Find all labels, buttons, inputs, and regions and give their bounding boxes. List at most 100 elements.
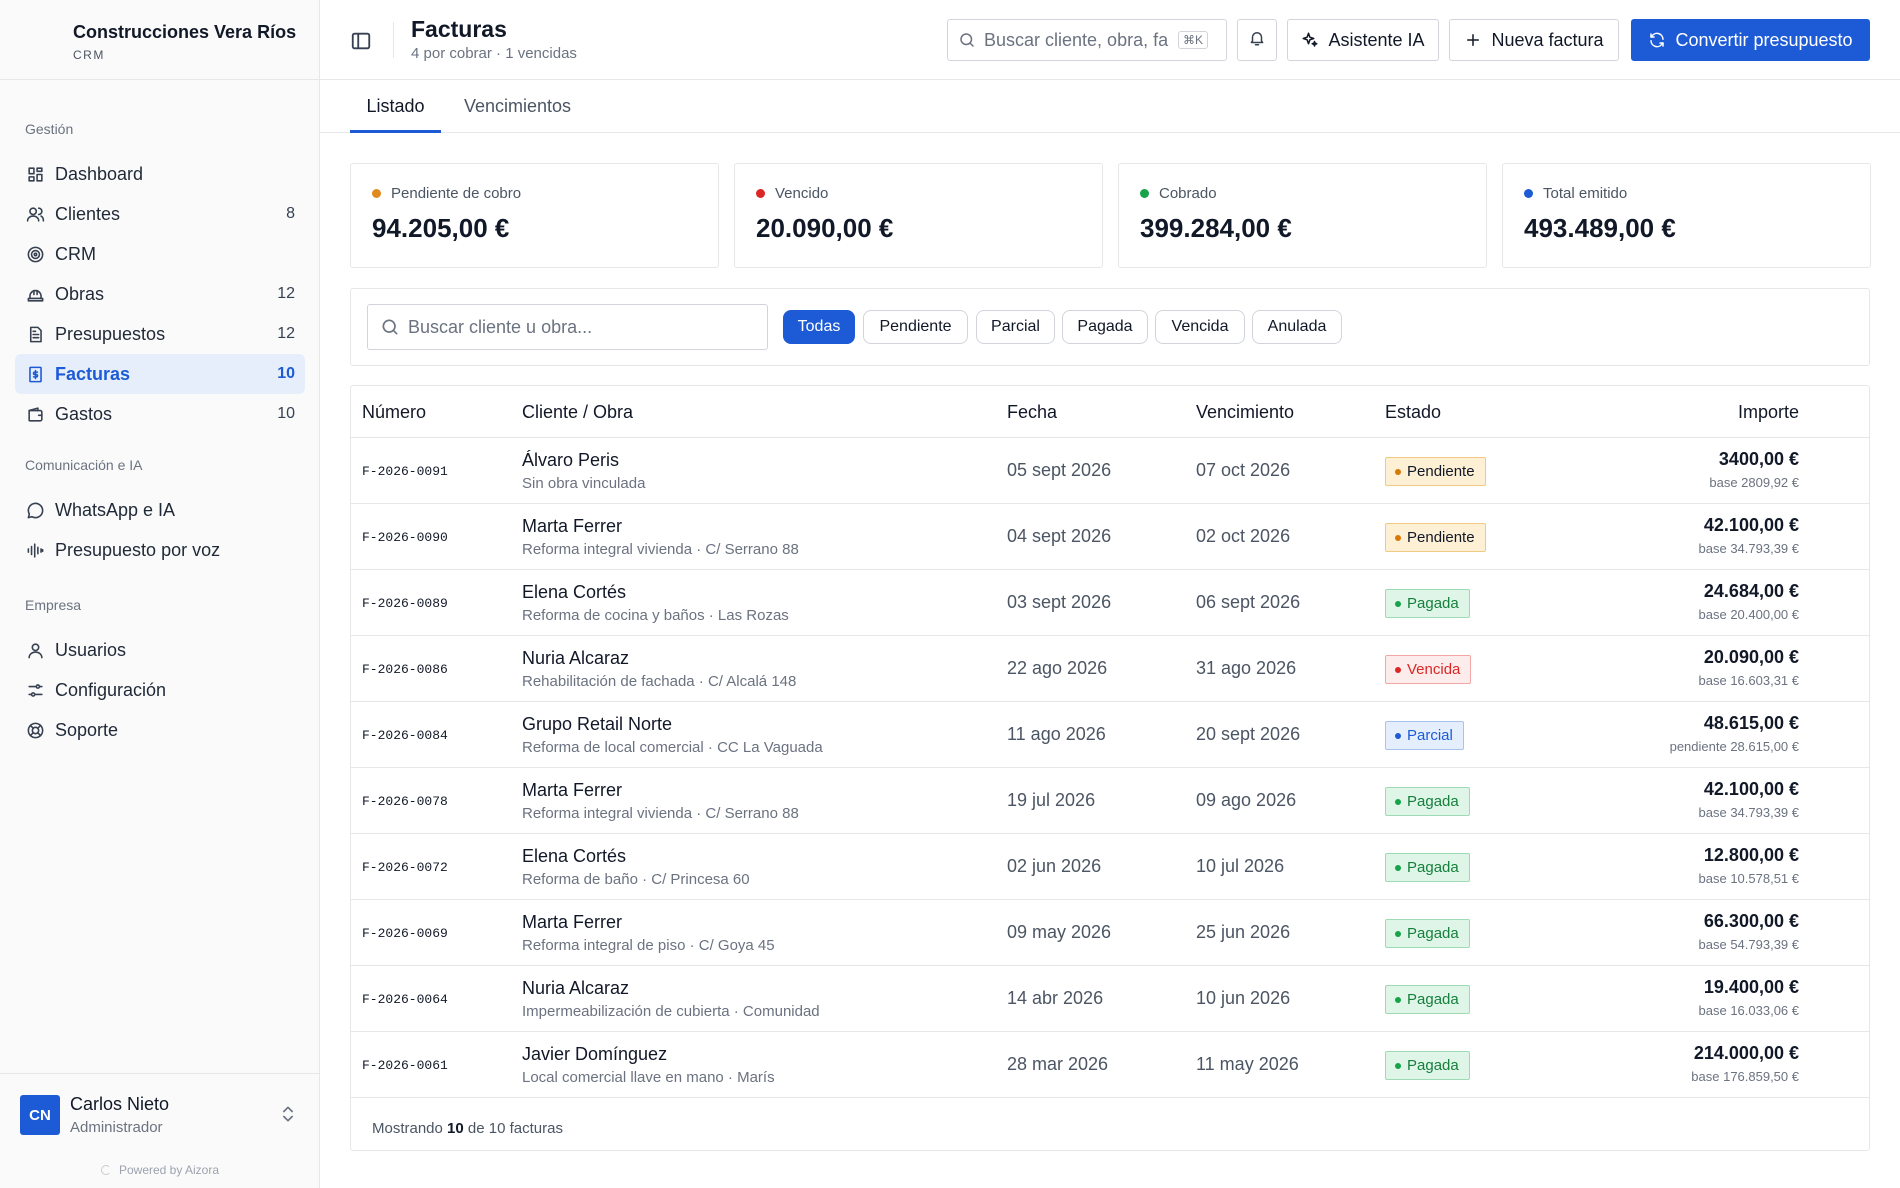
user-box[interactable]: CN Carlos Nieto Administrador Powered by… <box>0 1073 320 1188</box>
status-badge: Pendiente <box>1385 457 1486 486</box>
table-row[interactable]: F-2026-0090 Marta Ferrer Reforma integra… <box>351 504 1869 570</box>
avatar[interactable]: CN <box>20 1095 60 1135</box>
table-row[interactable]: F-2026-0091 Álvaro Peris Sin obra vincul… <box>351 438 1869 504</box>
nav-group: Gestión Dashboard Clientes 8 CRM Obras 1… <box>0 119 320 434</box>
invoice-date: 04 sept 2026 <box>1007 526 1112 546</box>
stat-pending-card[interactable]: Pendiente de cobro 94.205,00 € <box>350 163 719 268</box>
aizora-logo-icon <box>100 1165 111 1175</box>
sidebar-item-presupuesto-por-voz[interactable]: Presupuesto por voz <box>15 530 305 570</box>
invoice-date: 19 jul 2026 <box>1007 790 1096 810</box>
sidebar-item-clientes[interactable]: Clientes 8 <box>15 194 305 234</box>
obra-name: Rehabilitación de fachada · C/ Alcalá 14… <box>522 673 797 690</box>
filter-chip-pendiente[interactable]: Pendiente <box>863 310 968 344</box>
table-row[interactable]: F-2026-0064 Nuria Alcaraz Impermeabiliza… <box>351 966 1869 1032</box>
column-header-cliente-obra[interactable]: Cliente / Obra <box>522 386 633 438</box>
top-header: Facturas 4 por cobrar · 1 vencidas ⌘K As… <box>320 0 1900 80</box>
client-name[interactable]: Javier Domínguez <box>522 1044 667 1065</box>
filter-chip-pagada[interactable]: Pagada <box>1062 310 1148 344</box>
invoice-number[interactable]: F-2026-0090 <box>362 530 448 545</box>
client-name[interactable]: Nuria Alcaraz <box>522 978 629 999</box>
sidebar-item-whatsapp-e-ia[interactable]: WhatsApp e IA <box>15 490 305 530</box>
table-row[interactable]: F-2026-0086 Nuria Alcaraz Rehabilitación… <box>351 636 1869 702</box>
invoice-base: base 20.400,00 € <box>1698 607 1799 622</box>
sidebar-item-label: Obras <box>55 283 105 304</box>
chevrons-up-down-icon[interactable] <box>278 1104 298 1124</box>
sidebar-item-presupuestos[interactable]: Presupuestos 12 <box>15 314 305 354</box>
table-row[interactable]: F-2026-0061 Javier Domínguez Local comer… <box>351 1032 1869 1098</box>
client-name[interactable]: Marta Ferrer <box>522 516 622 537</box>
invoice-base: base 2809,92 € <box>1709 475 1799 490</box>
invoice-number[interactable]: F-2026-0069 <box>362 926 448 941</box>
invoice-number[interactable]: F-2026-0089 <box>362 596 448 611</box>
stat-collected-card[interactable]: Cobrado 399.284,00 € <box>1118 163 1487 268</box>
obra-name: Impermeabilización de cubierta · Comunid… <box>522 1003 820 1020</box>
due-date: 07 oct 2026 <box>1196 460 1291 480</box>
tab-vencimientos[interactable]: Vencimientos <box>450 80 585 133</box>
brand[interactable]: Construcciones Vera Ríos CRM <box>0 0 319 80</box>
client-name[interactable]: Grupo Retail Norte <box>522 714 672 735</box>
filter-chip-parcial[interactable]: Parcial <box>976 310 1055 344</box>
client-name[interactable]: Elena Cortés <box>522 582 626 603</box>
tab-listado[interactable]: Listado <box>350 80 441 133</box>
invoice-number[interactable]: F-2026-0091 <box>362 464 448 479</box>
invoice-number[interactable]: F-2026-0061 <box>362 1058 448 1073</box>
list-search[interactable] <box>367 304 768 350</box>
column-header-vencimiento[interactable]: Vencimiento <box>1196 386 1294 438</box>
invoice-number[interactable]: F-2026-0064 <box>362 992 448 1007</box>
lifebuoy-icon <box>25 720 45 740</box>
invoice-number[interactable]: F-2026-0084 <box>362 728 448 743</box>
table-row[interactable]: F-2026-0069 Marta Ferrer Reforma integra… <box>351 900 1869 966</box>
global-search[interactable]: ⌘K <box>947 19 1227 61</box>
invoice-base: base 16.603,31 € <box>1698 673 1799 688</box>
sidebar-item-obras[interactable]: Obras 12 <box>15 274 305 314</box>
client-name[interactable]: Elena Cortés <box>522 846 626 867</box>
filter-chip-anulada[interactable]: Anulada <box>1252 310 1342 344</box>
due-date: 25 jun 2026 <box>1196 922 1291 942</box>
sidebar-item-crm[interactable]: CRM <box>15 234 305 274</box>
search-icon <box>958 31 976 49</box>
bell-icon <box>1248 29 1266 52</box>
column-header-numero[interactable]: Número <box>362 386 426 438</box>
client-name[interactable]: Marta Ferrer <box>522 780 622 801</box>
global-search-input[interactable] <box>984 29 1174 51</box>
invoice-number[interactable]: F-2026-0072 <box>362 860 448 875</box>
sidebar-item-soporte[interactable]: Soporte <box>15 710 305 750</box>
invoice-date: 09 may 2026 <box>1007 922 1112 942</box>
sidebar-toggle-icon[interactable] <box>350 30 372 52</box>
filter-chip-vencida[interactable]: Vencida <box>1155 310 1245 344</box>
column-header-estado[interactable]: Estado <box>1385 386 1441 438</box>
list-search-input[interactable] <box>408 316 748 338</box>
sidebar-item-facturas[interactable]: Facturas 10 <box>15 354 305 394</box>
status-dot <box>1524 189 1533 198</box>
user-icon <box>25 640 45 660</box>
invoice-number[interactable]: F-2026-0086 <box>362 662 448 677</box>
table-row[interactable]: F-2026-0084 Grupo Retail Norte Reforma d… <box>351 702 1869 768</box>
client-name[interactable]: Álvaro Peris <box>522 450 619 471</box>
header-divider <box>393 22 394 58</box>
status-dot <box>756 189 765 198</box>
new-invoice-button[interactable]: Nueva factura <box>1449 19 1619 61</box>
invoice-base: base 10.578,51 € <box>1698 871 1799 886</box>
sidebar-item-configuracion[interactable]: Configuración <box>15 670 305 710</box>
invoice-number[interactable]: F-2026-0078 <box>362 794 448 809</box>
convert-budget-button[interactable]: Convertir presupuesto <box>1631 19 1870 61</box>
refresh-icon <box>1648 31 1675 49</box>
client-name[interactable]: Marta Ferrer <box>522 912 622 933</box>
column-header-importe[interactable]: Importe <box>1738 386 1799 438</box>
obra-name: Reforma de local comercial · CC La Vagua… <box>522 739 823 756</box>
notifications-button[interactable] <box>1237 19 1277 61</box>
sidebar-item-gastos[interactable]: Gastos 10 <box>15 394 305 434</box>
stat-overdue-card[interactable]: Vencido 20.090,00 € <box>734 163 1103 268</box>
invoice-date: 05 sept 2026 <box>1007 460 1112 480</box>
column-header-fecha[interactable]: Fecha <box>1007 386 1057 438</box>
stat-issued-card[interactable]: Total emitido 493.489,00 € <box>1502 163 1871 268</box>
table-footer: Mostrando 10 de 10 facturas <box>372 1120 563 1137</box>
table-row[interactable]: F-2026-0078 Marta Ferrer Reforma integra… <box>351 768 1869 834</box>
client-name[interactable]: Nuria Alcaraz <box>522 648 629 669</box>
sidebar-item-usuarios[interactable]: Usuarios <box>15 630 305 670</box>
ai-assistant-button[interactable]: Asistente IA <box>1287 19 1439 61</box>
sidebar-item-dashboard[interactable]: Dashboard <box>15 154 305 194</box>
table-row[interactable]: F-2026-0072 Elena Cortés Reforma de baño… <box>351 834 1869 900</box>
filter-chip-todas[interactable]: Todas <box>783 310 855 344</box>
table-row[interactable]: F-2026-0089 Elena Cortés Reforma de coci… <box>351 570 1869 636</box>
